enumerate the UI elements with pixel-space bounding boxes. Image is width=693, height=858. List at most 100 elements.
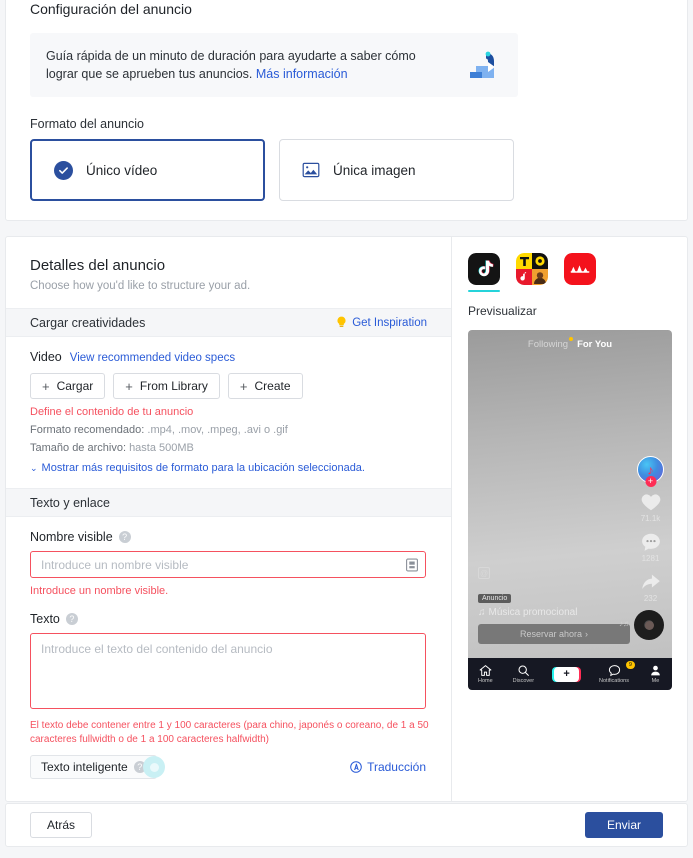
info-banner-message: Guía rápida de un minuto de duración par… [46,49,416,82]
account-handle: @ [478,567,490,579]
text-and-link-title: Texto y enlace [30,495,110,510]
tiktok-icon [468,253,500,285]
music-avatar-icon: ♪ [647,462,654,477]
inbox-icon [608,665,620,677]
plus-icon: + [42,378,50,394]
back-button[interactable]: Atrás [30,812,93,838]
create-button-label: Create [254,379,291,393]
notification-dot-icon [569,337,574,341]
show-more-requirements-link[interactable]: ⌄ Mostrar más requisitos de formato para… [30,462,427,474]
help-icon[interactable]: ? [118,531,131,543]
display-name-error: Introduce un nombre visible. [30,585,169,597]
cta-label: Reservar ahora [519,629,583,639]
share-arrow-icon [641,574,660,589]
ad-text-textarea[interactable] [30,633,426,709]
get-inspiration-button[interactable]: Get Inspiration [336,316,427,329]
buzzvideo-icon [564,253,596,285]
file-size-value: hasta 500MB [129,442,194,454]
platform-tab-tiktok[interactable] [468,253,500,292]
create-button[interactable]: + Create [227,373,303,399]
upload-button[interactable]: + Cargar [30,373,106,399]
music-title: Música promocional [488,607,578,618]
format-option-label: Único vídeo [86,162,158,178]
nav-item-create[interactable]: + [554,666,580,682]
music-notes-icon: ♪♬ [619,619,631,628]
plus-icon: + [239,378,248,394]
cta-button[interactable]: Reservar ahora › [478,624,630,644]
preview-tab-following-label: Following [527,339,569,350]
display-name-input-wrap [30,551,426,578]
video-upload-body: Video View recommended video specs + Car… [6,337,451,474]
lightbulb-icon [337,316,346,327]
display-name-label: Nombre visible [30,530,113,544]
music-line: ♫ Música promocional [478,607,616,618]
chevron-double-down-icon: ⌄ [30,462,38,473]
video-specs-link[interactable]: View recommended video specs [70,352,235,364]
display-name-input[interactable] [30,551,426,578]
from-library-button[interactable]: + From Library [113,373,220,399]
submit-button[interactable]: Enviar [584,812,663,838]
nav-label-notifications: Notifications [599,678,629,684]
smart-text-label: Texto inteligente [41,760,128,774]
help-icon[interactable]: ? [65,613,78,625]
notification-badge: 9 [625,661,635,669]
details-subtitle: Choose how you'd like to structure your … [30,280,251,292]
nav-label-discover: Discover [512,678,535,684]
nav-item-discover[interactable]: Discover [513,664,534,684]
text-and-link-section-header: Texto y enlace [6,488,451,517]
follow-plus-icon[interactable]: + [645,476,656,487]
library-icon[interactable] [406,558,418,571]
music-note-icon: ♫ [478,607,486,618]
text-and-link-body: Nombre visible ? Introduce un nombre vis… [6,517,451,779]
file-size-key: Tamaño de archivo: [30,442,126,454]
search-icon [518,665,529,676]
nav-item-home[interactable]: Home [478,664,493,684]
file-size-line: Tamaño de archivo: hasta 500MB [30,442,427,454]
heart-icon [641,494,660,511]
spinner-icon [143,756,165,778]
video-error-message: Define el contenido de tu anuncio [30,406,194,418]
comment-button[interactable]: 1281 [640,531,662,563]
preview-tab-foryou[interactable]: For You [577,339,612,350]
nav-label-home: Home [477,678,493,684]
topbuzz-icon [516,253,548,285]
translate-icon [350,761,362,773]
from-library-button-label: From Library [139,379,208,393]
music-disc-icon [634,610,664,640]
smart-text-row: Texto inteligente ? Traducción [30,755,426,779]
recommended-format-line: Formato recomendado: .mp4, .mov, .mpeg, … [30,424,427,436]
translation-button[interactable]: Traducción [350,760,426,774]
like-button[interactable]: 71.1k [640,491,662,523]
ad-format-label: Formato del anuncio [30,117,144,132]
text-label: Texto [30,612,60,626]
recommended-format-value: .mp4, .mov, .mpeg, .avi o .gif [147,424,288,436]
details-header: Detalles del anuncio Choose how you'd li… [6,237,451,292]
footer-action-bar: Atrás Enviar [5,803,688,847]
avatar[interactable]: ♪ + [637,456,664,487]
nav-item-notifications[interactable]: 9 Notifications [599,661,635,684]
share-button[interactable]: 232 [640,571,662,603]
preview-tab-following[interactable]: Following [527,337,574,350]
smart-text-button[interactable]: Texto inteligente ? [30,755,157,779]
platform-tab-buzzvideo[interactable] [564,253,596,285]
video-guide-icon [470,51,495,79]
preview-bottom-nav: Home Discover + 9 Notifications Me [468,658,672,690]
ad-format-options: Único vídeo Única imagen [30,139,687,202]
recommended-format-key: Formato recomendado: [30,424,145,436]
platform-tab-topbuzz[interactable] [516,253,548,285]
get-inspiration-label: Get Inspiration [352,316,427,329]
format-option-single-video[interactable]: Único vídeo [30,139,265,202]
page-title: Configuración del anuncio [30,1,192,17]
nav-item-me[interactable]: Me [649,664,662,684]
show-more-requirements-label: Mostrar más requisitos de formato para l… [41,462,365,474]
translation-label: Traducción [367,760,426,774]
ad-text-error: El texto debe contener entre 1 y 100 car… [30,720,429,745]
comment-icon [641,533,660,551]
more-info-link[interactable]: Más información [256,67,348,81]
upload-button-label: Cargar [56,379,94,393]
format-option-single-image[interactable]: Única imagen [279,139,514,202]
preview-column: Previsualizar Following For You ♪ + 71.1… [452,237,687,801]
like-count: 71.1k [640,514,661,523]
comment-count: 1281 [641,554,660,563]
ad-details-form-column: Detalles del anuncio Choose how you'd li… [6,237,452,801]
